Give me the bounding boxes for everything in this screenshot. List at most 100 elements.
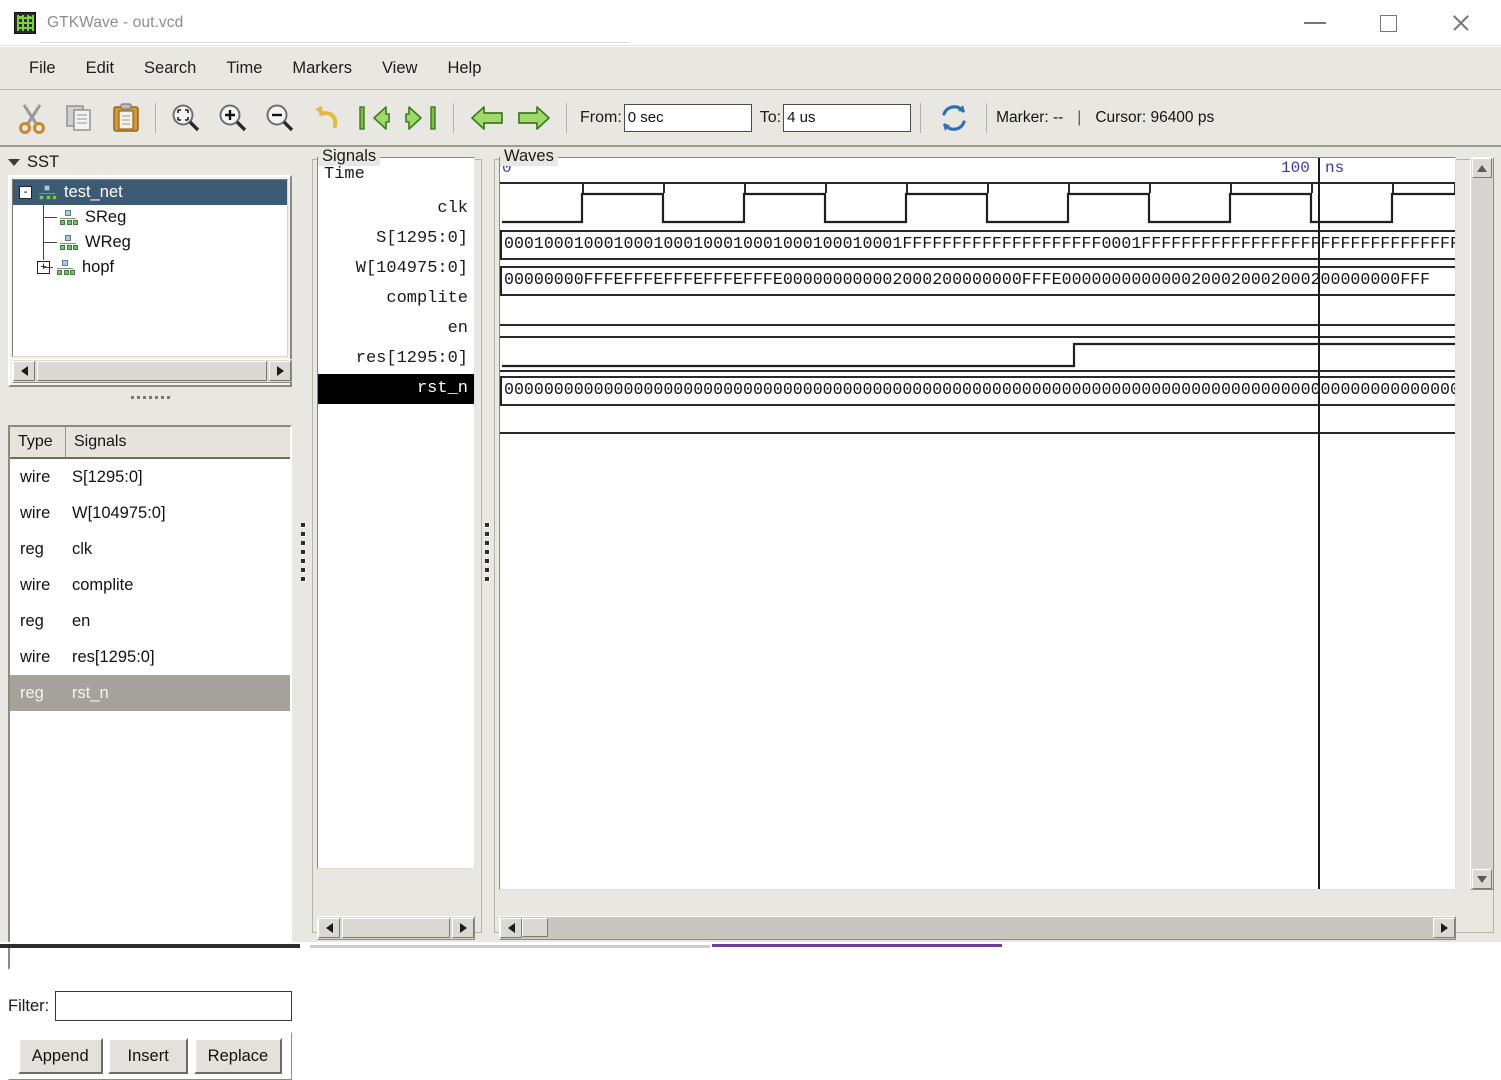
go-to-start-button[interactable] [350, 94, 397, 141]
go-end-icon [404, 101, 438, 135]
signals-horizontal-scrollbar[interactable] [317, 916, 475, 940]
menu-item-edit[interactable]: Edit [73, 55, 127, 82]
waves-horizontal-scrollbar[interactable] [499, 916, 1456, 940]
arrow-right-icon [460, 923, 467, 933]
append-button[interactable]: Append [18, 1038, 103, 1074]
close-button[interactable] [1425, 0, 1497, 46]
paste-button[interactable] [102, 94, 149, 141]
prev-edge-icon [470, 101, 504, 135]
scroll-right-button[interactable] [269, 361, 291, 381]
menu-item-view[interactable]: View [369, 55, 430, 82]
menu-item-markers[interactable]: Markers [279, 55, 365, 82]
scroll-right-button[interactable] [452, 918, 474, 938]
tree-expander-collapse-icon[interactable]: - [19, 186, 32, 199]
table-row[interactable]: wire complite [10, 567, 290, 603]
menu-item-file[interactable]: File [16, 55, 69, 82]
signal-name-complite[interactable]: complite [318, 284, 474, 314]
scroll-thumb[interactable] [342, 918, 450, 938]
zoom-undo-button[interactable] [303, 94, 350, 141]
next-edge-button[interactable] [510, 94, 557, 141]
scroll-track[interactable] [1472, 179, 1492, 868]
pane-divider-left[interactable] [298, 517, 309, 587]
signal-name-clk[interactable]: clk [318, 194, 474, 224]
zoom-fit-button[interactable] [162, 94, 209, 141]
scroll-up-button[interactable] [1472, 158, 1492, 178]
go-to-end-button[interactable] [397, 94, 444, 141]
menu-item-help[interactable]: Help [434, 55, 494, 82]
signal-name-rst_n[interactable]: rst_n [318, 374, 474, 404]
table-row[interactable]: wire W[104975:0] [10, 495, 290, 531]
toolbar-separator-4 [920, 103, 921, 133]
wave-value-res: 0000000000000000000000000000000000000000… [504, 380, 1456, 399]
row-bottom-border [500, 404, 1455, 406]
scroll-thumb[interactable] [37, 361, 267, 381]
from-label: From: [580, 109, 624, 127]
scroll-right-button[interactable] [1433, 918, 1455, 938]
wave-row-complite[interactable] [500, 302, 1455, 332]
arrow-right-icon [1441, 923, 1448, 933]
go-start-icon [357, 101, 391, 135]
signal-name-res[interactable]: res[1295:0] [318, 344, 474, 374]
cell-type: reg [10, 540, 72, 559]
reload-button[interactable] [930, 94, 977, 141]
wave-row-W[interactable]: 00000000FFFEFFFEFFFEFFFEFFFE000000000002… [500, 266, 1455, 296]
column-header-type[interactable]: Type [10, 427, 66, 457]
waves-vertical-scrollbar[interactable] [1470, 157, 1494, 890]
table-row[interactable]: reg en [10, 603, 290, 639]
tree-node-test_net[interactable]: - test_net [13, 180, 287, 205]
previous-edge-button[interactable] [463, 94, 510, 141]
signal-list-header: Type Signals [10, 427, 290, 459]
filter-input[interactable] [55, 991, 292, 1021]
wave-row-clk[interactable] [500, 182, 1455, 228]
cut-button[interactable] [8, 94, 55, 141]
panel-resize-handle[interactable] [8, 390, 292, 404]
tree-node-label: SReg [85, 208, 126, 227]
tree-connector [43, 242, 57, 243]
scroll-left-button[interactable] [13, 361, 35, 381]
copy-button[interactable] [55, 94, 102, 141]
menu-item-search[interactable]: Search [131, 55, 209, 82]
signal-name-W[interactable]: W[104975:0] [318, 254, 474, 284]
menu-item-time[interactable]: Time [213, 55, 275, 82]
tree-node-hopf[interactable]: + hopf [13, 255, 287, 280]
sst-header[interactable]: SST [8, 153, 59, 172]
signal-name-S[interactable]: S[1295:0] [318, 224, 474, 254]
maximize-button[interactable] [1352, 0, 1424, 46]
menu-bar: File Edit Search Time Markers View Help [0, 47, 1501, 90]
replace-button[interactable]: Replace [194, 1038, 283, 1074]
cursor-line[interactable] [1318, 158, 1320, 890]
arrow-left-icon [326, 923, 333, 933]
minimize-button[interactable] [1279, 0, 1351, 46]
title-bar-left: GTKWave - out.vcd [14, 0, 183, 46]
from-input[interactable] [624, 104, 752, 132]
scroll-thumb[interactable] [522, 918, 548, 937]
row-top-border [500, 376, 1455, 378]
scroll-left-button[interactable] [500, 918, 522, 938]
table-row[interactable]: wire res[1295:0] [10, 639, 290, 675]
table-row[interactable]: reg clk [10, 531, 290, 567]
insert-button[interactable]: Insert [108, 1038, 188, 1074]
zoom-in-button[interactable] [209, 94, 256, 141]
gtkwave-icon [14, 12, 36, 34]
scroll-down-button[interactable] [1472, 869, 1492, 889]
signal-name-en[interactable]: en [318, 314, 474, 344]
wave-row-en[interactable] [500, 336, 1455, 372]
to-input[interactable] [783, 104, 911, 132]
pane-divider-right[interactable] [482, 517, 493, 587]
zoom-out-button[interactable] [256, 94, 303, 141]
wave-canvas[interactable]: 0 100 ns [499, 157, 1456, 890]
sst-tree-horizontal-scrollbar[interactable] [12, 359, 292, 383]
table-row-selected[interactable]: reg rst_n [10, 675, 290, 711]
wave-row-res[interactable]: 0000000000000000000000000000000000000000… [500, 376, 1455, 406]
status-info: Marker: -- | Cursor: 96400 ps [996, 109, 1214, 127]
scroll-left-button[interactable] [318, 918, 340, 938]
chevron-down-icon[interactable] [8, 159, 20, 166]
signal-name-list[interactable]: Time clk S[1295:0] W[104975:0] complite … [317, 157, 475, 869]
table-row[interactable]: wire S[1295:0] [10, 459, 290, 495]
column-header-signals[interactable]: Signals [66, 427, 290, 457]
tree-connector [43, 205, 44, 260]
wave-row-S[interactable]: 0001000100010001000100010001000100010001… [500, 230, 1455, 260]
sst-tree[interactable]: - test_net SReg WReg + hopf [12, 179, 288, 357]
time-ruler[interactable]: 0 100 ns [500, 158, 1455, 180]
wave-row-rst_n[interactable] [500, 410, 1455, 440]
